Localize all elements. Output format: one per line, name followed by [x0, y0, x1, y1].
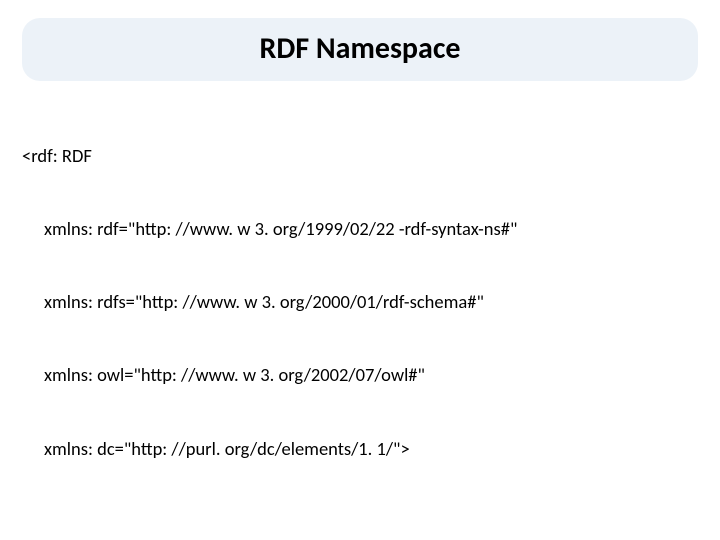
code-line: xmlns: rdfs="http: //www. w 3. org/2000/… — [22, 290, 698, 314]
page-title: RDF Namespace — [42, 30, 678, 67]
code-line: xmlns: owl="http: //www. w 3. org/2002/0… — [22, 363, 698, 387]
code-line: xmlns: rdf="http: //www. w 3. org/1999/0… — [22, 217, 698, 241]
code-line: <rdf: RDF — [22, 144, 698, 168]
code-block-2: <owl: Ontology rdf: about="http: //www. … — [22, 522, 698, 540]
code-line: xmlns: dc="http: //purl. org/dc/elements… — [22, 437, 698, 461]
slide: RDF Namespace <rdf: RDF xmlns: rdf="http… — [0, 0, 720, 540]
title-box: RDF Namespace — [22, 18, 698, 81]
code-block-1: <rdf: RDF xmlns: rdf="http: //www. w 3. … — [22, 95, 698, 510]
